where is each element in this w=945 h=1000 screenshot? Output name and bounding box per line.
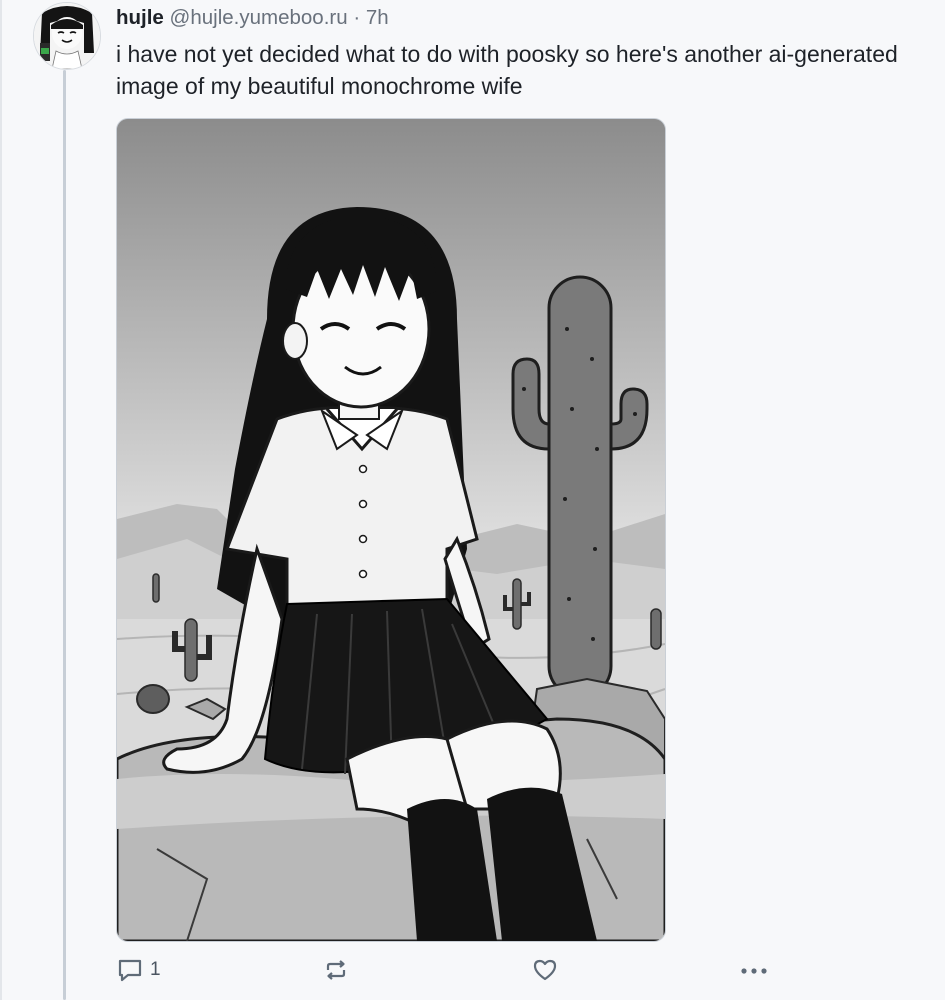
more-options-button[interactable] (738, 952, 770, 988)
reply-button[interactable]: 1 (116, 952, 161, 988)
post-timestamp[interactable]: 7h (366, 6, 389, 29)
avatar-illustration (34, 3, 100, 69)
monochrome-anime-girl-illustration (117, 119, 665, 941)
heart-icon (533, 959, 557, 981)
thread-connector-line (63, 70, 66, 1000)
post-header: hujle @hujle.yumeboo.ru · 7h (116, 6, 389, 30)
like-button[interactable] (531, 952, 559, 988)
post-image[interactable] (116, 118, 666, 942)
repost-button[interactable] (322, 952, 350, 988)
author-avatar[interactable] (33, 2, 101, 70)
repost-arrows-icon (326, 960, 346, 980)
speech-bubble-icon (118, 959, 142, 982)
author-name[interactable]: hujle (116, 6, 164, 29)
header-separator: · (353, 6, 361, 29)
ellipsis-icon (741, 968, 767, 974)
author-handle[interactable]: @hujle.yumeboo.ru (170, 6, 348, 29)
post-text: i have not yet decided what to do with p… (116, 41, 898, 99)
timeline-left-border (0, 0, 2, 1000)
post-actions-bar: 1 (0, 952, 945, 992)
reply-count: 1 (150, 959, 161, 980)
